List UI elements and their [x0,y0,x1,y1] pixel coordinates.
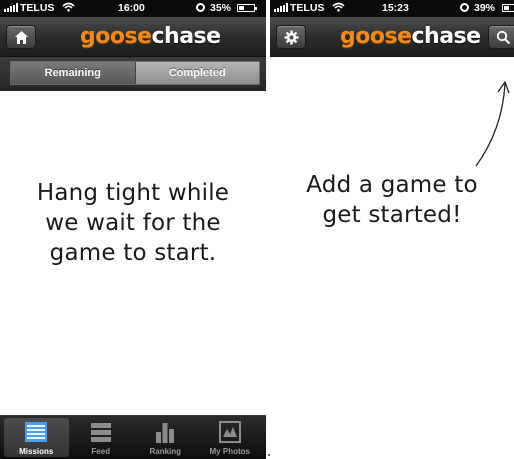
message-line: Hang tight while [36,180,230,206]
nav-bar: goosechase [0,17,266,57]
waiting-message: Hang tight while we wait for the game to… [0,178,266,268]
logo-goose: goose [80,24,152,49]
message-line: Add a game to [306,172,478,198]
photos-icon [218,421,241,443]
hand-drawn-arrow-icon [475,80,510,167]
signal-strength-icon [4,3,18,12]
right-phone-screen: TELUS 15:23 39% goosechase Add a game to… [270,0,514,459]
status-time: 15:23 [382,2,409,14]
search-icon [496,30,511,45]
carrier-name: TELUS [20,2,55,14]
add-game-message: Add a game to get started! [270,170,514,230]
status-time: 16:00 [118,2,145,14]
logo-chase: chase [411,24,482,49]
tab-label: Missions [19,447,54,456]
search-button[interactable] [488,25,514,49]
status-bar: TELUS 16:00 35% [0,0,266,17]
left-phone-screen: TELUS 16:00 35% goosechase Remaining Com… [0,0,266,459]
tab-my-photos[interactable]: My Photos [198,418,263,457]
segment-remaining[interactable]: Remaining [11,62,136,84]
logo-goose: goose [340,24,412,49]
home-icon [15,31,28,44]
message-line: game to start. [49,240,217,266]
message-line: we wait for the [45,210,221,236]
carrier-name: TELUS [290,2,325,14]
battery-percent: 35% [210,2,232,14]
wifi-icon [332,2,345,15]
message-line: get started! [322,202,462,228]
tab-feed[interactable]: Feed [69,418,134,457]
orientation-lock-icon [460,3,469,12]
nav-bar: goosechase [270,17,514,57]
battery-percent: 39% [474,2,496,14]
ranking-bars-icon [156,423,175,443]
wifi-icon [62,2,75,15]
tab-label: My Photos [209,447,250,456]
settings-button[interactable] [276,25,306,49]
goosechase-logo: goosechase [340,24,481,49]
goosechase-logo: goosechase [80,24,221,49]
segmented-control-bar: Remaining Completed [0,57,266,91]
home-button[interactable] [6,25,36,49]
screenshot-composite: TELUS 16:00 35% goosechase Remaining Com… [0,0,514,459]
feed-icon [90,423,111,442]
segmented-control: Remaining Completed [10,61,260,85]
signal-strength-icon [274,3,288,12]
battery-icon [237,4,257,12]
battery-icon [502,4,514,12]
status-bar: TELUS 15:23 39% [270,0,514,17]
tab-missions[interactable]: Missions [4,418,69,457]
tab-label: Ranking [149,447,182,456]
tab-bar: Missions Feed Ranking My Photos [0,415,266,459]
tab-label: Feed [91,447,111,456]
logo-chase: chase [151,24,222,49]
missions-list-icon [25,422,48,442]
orientation-lock-icon [196,3,205,12]
segment-completed[interactable]: Completed [135,62,259,84]
tab-ranking[interactable]: Ranking [133,418,198,457]
gear-icon [284,30,299,45]
